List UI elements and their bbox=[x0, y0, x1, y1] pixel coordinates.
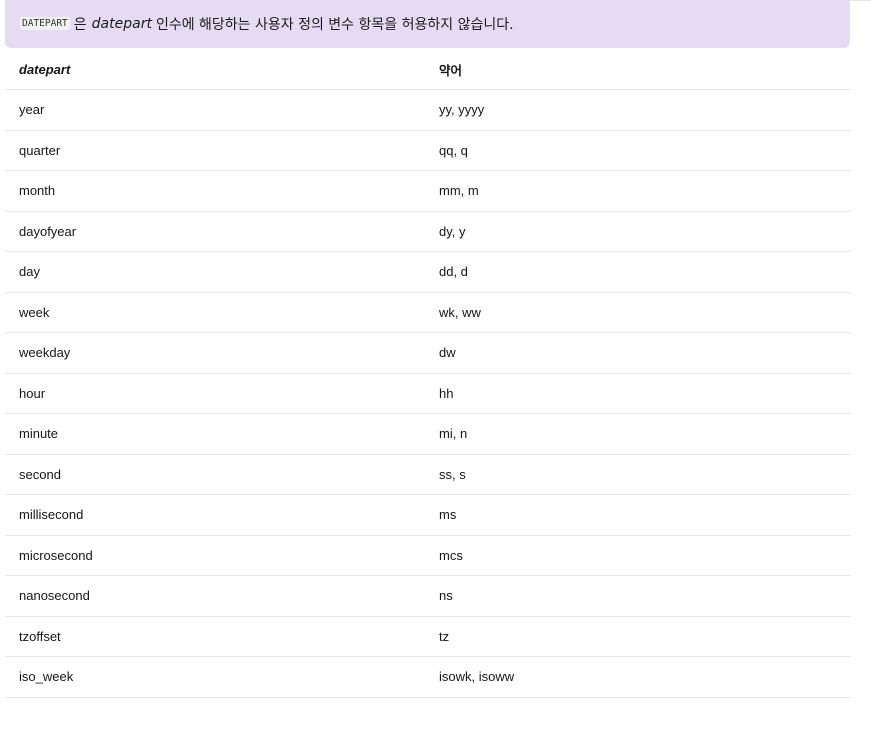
abbreviation-cell: tz bbox=[425, 616, 851, 657]
datepart-cell: minute bbox=[5, 413, 425, 455]
abbreviation-cell: dd, d bbox=[425, 251, 851, 293]
datepart-cell: weekday bbox=[5, 332, 425, 374]
column-header-datepart: datepart bbox=[5, 49, 425, 90]
abbreviation-cell: dy, y bbox=[425, 211, 851, 252]
datepart-cell: month bbox=[5, 170, 425, 212]
table-row: microsecond mcs bbox=[5, 535, 851, 576]
table-row: weekday dw bbox=[5, 332, 851, 374]
table-row: week wk, ww bbox=[5, 292, 851, 333]
table-row: day dd, d bbox=[5, 251, 851, 293]
abbreviation-cell: dw bbox=[425, 332, 851, 374]
abbreviation-cell: mi, n bbox=[425, 413, 851, 455]
datepart-cell: microsecond bbox=[5, 535, 425, 576]
abbreviation-cell: ns bbox=[425, 575, 851, 617]
abbreviation-cell: hh bbox=[425, 373, 851, 414]
abbreviation-cell: mm, m bbox=[425, 170, 851, 212]
table-row: quarter qq, q bbox=[5, 130, 851, 171]
column-header-abbreviation: 약어 bbox=[425, 49, 851, 90]
table-row: nanosecond ns bbox=[5, 575, 851, 617]
table-header-row: datepart 약어 bbox=[5, 49, 851, 90]
table-row: second ss, s bbox=[5, 454, 851, 495]
datepart-cell: year bbox=[5, 89, 425, 131]
table-row: month mm, m bbox=[5, 170, 851, 212]
note-text-after-code: 은 bbox=[73, 17, 87, 33]
abbreviation-cell: wk, ww bbox=[425, 292, 851, 333]
abbreviation-cell: ss, s bbox=[425, 454, 851, 495]
abbreviation-cell: ms bbox=[425, 494, 851, 536]
abbreviation-cell: qq, q bbox=[425, 130, 851, 171]
page: DATEPART 은 datepart 인수에 해당하는 사용자 정의 변수 항… bbox=[0, 0, 871, 730]
datepart-cell: dayofyear bbox=[5, 211, 425, 252]
datepart-table: datepart 약어 year yy, yyyy quarter qq, q … bbox=[5, 49, 851, 698]
table-row: iso_week isowk, isoww bbox=[5, 656, 851, 698]
inline-code: DATEPART bbox=[20, 16, 70, 30]
abbreviation-cell: yy, yyyy bbox=[425, 89, 851, 131]
datepart-cell: millisecond bbox=[5, 494, 425, 536]
datepart-cell: quarter bbox=[5, 130, 425, 171]
datepart-cell: nanosecond bbox=[5, 575, 425, 617]
table-row: minute mi, n bbox=[5, 413, 851, 455]
note-emphasis: datepart bbox=[91, 16, 152, 32]
datepart-cell: second bbox=[5, 454, 425, 495]
table-row: millisecond ms bbox=[5, 494, 851, 536]
note-callout: DATEPART 은 datepart 인수에 해당하는 사용자 정의 변수 항… bbox=[5, 0, 850, 48]
table-row: hour hh bbox=[5, 373, 851, 414]
note-text-rest: 인수에 해당하는 사용자 정의 변수 항목을 허용하지 않습니다. bbox=[155, 17, 514, 33]
datepart-cell: iso_week bbox=[5, 656, 425, 698]
table-row: dayofyear dy, y bbox=[5, 211, 851, 252]
datepart-cell: day bbox=[5, 251, 425, 293]
table-row: year yy, yyyy bbox=[5, 89, 851, 131]
datepart-cell: week bbox=[5, 292, 425, 333]
datepart-cell: hour bbox=[5, 373, 425, 414]
divider bbox=[850, 0, 871, 1]
datepart-cell: tzoffset bbox=[5, 616, 425, 657]
abbreviation-cell: mcs bbox=[425, 535, 851, 576]
table-row: tzoffset tz bbox=[5, 616, 851, 657]
abbreviation-cell: isowk, isoww bbox=[425, 656, 851, 698]
